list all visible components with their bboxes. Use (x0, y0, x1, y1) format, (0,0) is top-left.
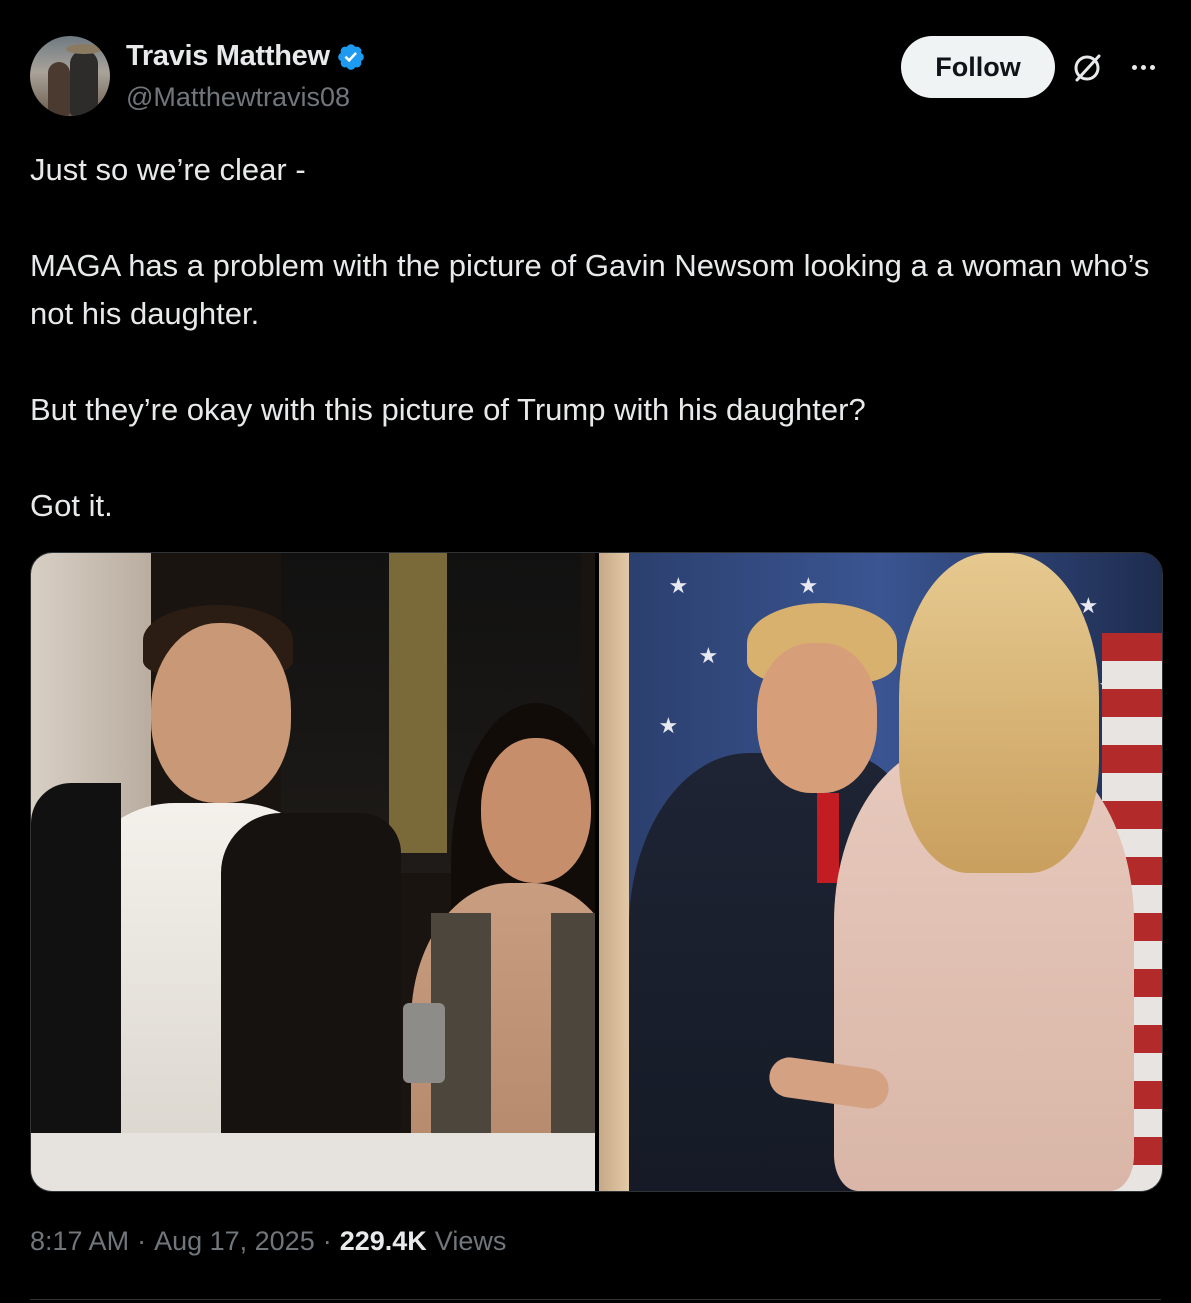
tweet-date[interactable]: Aug 17, 2025 (154, 1226, 315, 1257)
tweet-header: Travis Matthew @Matthewtravis08 Follow (30, 36, 1165, 118)
tweet-paragraph: Just so we’re clear - (30, 152, 306, 187)
photo-figure-shape (898, 553, 1099, 873)
photo-star: ★ (698, 643, 719, 668)
photo-star: ★ (658, 713, 679, 738)
views-count[interactable]: 229.4K (340, 1226, 427, 1257)
more-icon[interactable] (1121, 52, 1165, 82)
grok-icon[interactable] (1069, 50, 1105, 86)
photo-figure-shape (816, 793, 839, 883)
tweet-paragraph: But they’re okay with this picture of Tr… (30, 392, 866, 427)
divider (30, 1299, 1161, 1300)
views-label: Views (434, 1226, 507, 1256)
avatar-person-left (48, 62, 70, 116)
tweet-meta: 8:17 AM · Aug 17, 2025 · 229.4K Views (30, 1226, 506, 1257)
media-grid: ★ ★ ★ ★ ★ ★ (30, 552, 1163, 1192)
photo-bg-shape (598, 553, 629, 1191)
photo-figure-shape (756, 643, 877, 793)
photo-star: ★ (668, 573, 689, 598)
more-dot (1149, 64, 1155, 70)
tweet-time[interactable]: 8:17 AM (30, 1226, 129, 1257)
photo-star: ★ (798, 573, 819, 598)
photo-trump[interactable]: ★ ★ ★ ★ ★ ★ (598, 553, 1162, 1191)
photo-figure-shape (403, 1003, 445, 1083)
photo-bg-shape (389, 553, 447, 853)
photo-figure-shape (151, 623, 291, 803)
follow-button[interactable]: Follow (901, 36, 1055, 98)
photo-figure-shape (481, 738, 591, 883)
name-row: Travis Matthew (126, 40, 366, 73)
display-name[interactable]: Travis Matthew (126, 40, 330, 73)
more-dot (1140, 64, 1146, 70)
handle[interactable]: @Matthewtravis08 (126, 82, 350, 113)
meta-separator: · (322, 1226, 332, 1256)
meta-separator: · (137, 1226, 147, 1256)
photo-newsom[interactable] (31, 553, 595, 1191)
photo-bg-shape (31, 1133, 595, 1191)
photo-figure-shape (31, 783, 121, 1191)
avatar[interactable] (30, 36, 110, 116)
tweet-paragraph: Got it. (30, 488, 113, 523)
tweet-text: Just so we’re clear - MAGA has a problem… (30, 146, 1150, 530)
avatar-hat (66, 44, 102, 54)
verified-badge-icon[interactable] (336, 42, 366, 72)
more-dot (1131, 64, 1137, 70)
avatar-person-right (70, 50, 98, 116)
tweet-paragraph: MAGA has a problem with the picture of G… (30, 248, 1150, 331)
